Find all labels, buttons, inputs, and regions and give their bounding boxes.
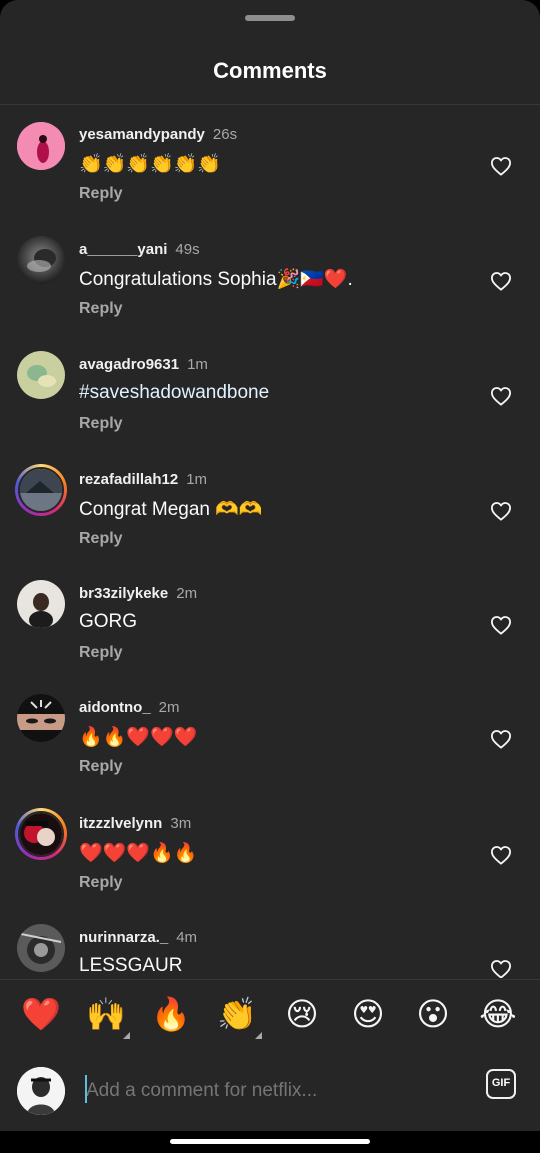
- skin-tone-indicator-icon: [123, 1032, 130, 1039]
- avatar[interactable]: [17, 122, 65, 170]
- comment-item: nurinnarza._ 4m LESSGAUR: [0, 908, 540, 978]
- comment-item: aidontno_ 2m 🔥🔥❤️❤️❤️ Reply: [0, 678, 540, 792]
- home-indicator[interactable]: [170, 1139, 370, 1144]
- heart-outline-icon[interactable]: [490, 845, 512, 865]
- quick-emoji-laughing[interactable]: 😂: [476, 996, 520, 1032]
- comment-username[interactable]: a______yani: [79, 241, 167, 258]
- comment-text: 👏👏👏👏👏👏: [79, 154, 221, 175]
- comment-username[interactable]: nurinnarza._: [79, 929, 168, 946]
- comment-timestamp: 2m: [158, 699, 180, 716]
- comment-item: yesamandypandy 26s 👏👏👏👏👏👏 Reply: [0, 105, 540, 219]
- heart-outline-icon[interactable]: [490, 729, 512, 749]
- skin-tone-indicator-icon: [255, 1032, 262, 1039]
- comments-sheet: Comments yesamandypandy 26s 👏👏👏👏👏👏 Reply: [0, 0, 540, 1153]
- avatar-story-ring[interactable]: [15, 464, 67, 516]
- heart-outline-icon[interactable]: [490, 386, 512, 406]
- comment-text: ❤️❤️❤️🔥🔥: [79, 843, 198, 864]
- avatar[interactable]: [17, 924, 65, 972]
- comment-composer: GIF: [0, 1048, 540, 1131]
- comment-username[interactable]: br33zilykeke: [79, 585, 168, 602]
- heart-outline-icon[interactable]: [490, 501, 512, 521]
- reply-button[interactable]: Reply: [79, 644, 123, 662]
- comment-text: LESSGAUR: [79, 955, 183, 976]
- reply-button[interactable]: Reply: [79, 300, 123, 318]
- avatar[interactable]: [17, 236, 65, 284]
- avatar[interactable]: [17, 351, 65, 399]
- avatar-story-ring[interactable]: [15, 808, 67, 860]
- heart-outline-icon[interactable]: [490, 156, 512, 176]
- comment-timestamp: 1m: [187, 356, 208, 373]
- reply-button[interactable]: Reply: [79, 530, 123, 548]
- my-avatar[interactable]: [17, 1067, 65, 1115]
- reply-button[interactable]: Reply: [79, 415, 123, 433]
- comment-username[interactable]: yesamandypandy: [79, 126, 205, 143]
- comment-item: avagadro9631 1m #saveshadowandbone Reply: [0, 335, 540, 449]
- comment-item: a______yani 49s Congratulations Sophia🎉🇵🇭…: [0, 220, 540, 334]
- heart-outline-icon[interactable]: [490, 271, 512, 291]
- quick-emoji-clap[interactable]: 👏: [215, 996, 259, 1032]
- system-nav-bar: [0, 1131, 540, 1153]
- quick-emoji-heart-eyes[interactable]: 😍: [346, 996, 390, 1032]
- quick-emoji-heart[interactable]: ❤️: [19, 996, 63, 1032]
- comment-item: rezafadillah12 1m Congrat Megan 🫶🫶 Reply: [0, 449, 540, 563]
- quick-emoji-surprised[interactable]: 😮: [411, 996, 455, 1032]
- comment-text: 🔥🔥❤️❤️❤️: [79, 727, 198, 748]
- drag-handle[interactable]: [245, 15, 295, 21]
- reply-button[interactable]: Reply: [79, 758, 123, 776]
- comment-username[interactable]: aidontno_: [79, 699, 151, 716]
- comment-item: br33zilykeke 2m GORG Reply: [0, 564, 540, 678]
- page-title: Comments: [213, 58, 327, 83]
- comment-timestamp: 2m: [176, 585, 198, 602]
- quick-emoji-raised-hands[interactable]: 🙌: [84, 996, 128, 1032]
- comment-text: Congratulations Sophia🎉🇵🇭❤️.: [79, 269, 353, 290]
- reply-button[interactable]: Reply: [79, 185, 123, 203]
- comment-username[interactable]: itzzzlvelynn: [79, 815, 162, 832]
- heart-outline-icon[interactable]: [490, 959, 512, 978]
- avatar[interactable]: [17, 694, 65, 742]
- avatar[interactable]: [17, 580, 65, 628]
- heart-outline-icon[interactable]: [490, 615, 512, 635]
- comment-text[interactable]: #saveshadowandbone: [79, 382, 269, 404]
- comment-list[interactable]: yesamandypandy 26s 👏👏👏👏👏👏 Reply a______ya…: [0, 105, 540, 978]
- comment-timestamp: 26s: [212, 126, 238, 143]
- comment-timestamp: 49s: [175, 241, 200, 258]
- comment-username[interactable]: rezafadillah12: [79, 471, 178, 488]
- quick-emoji-bar: ❤️ 🙌 🔥 👏 😢 😍 😮 😂: [0, 979, 540, 1049]
- comment-username[interactable]: avagadro9631: [79, 356, 179, 373]
- reply-button[interactable]: Reply: [79, 874, 123, 892]
- comment-timestamp: 3m: [170, 815, 192, 832]
- gif-icon[interactable]: GIF: [486, 1069, 516, 1099]
- comment-text: Congrat Megan 🫶🫶: [79, 499, 263, 520]
- comment-input[interactable]: [84, 1074, 468, 1108]
- quick-emoji-crying[interactable]: 😢: [280, 996, 324, 1032]
- text-caret: [85, 1075, 87, 1103]
- quick-emoji-fire[interactable]: 🔥: [149, 996, 193, 1032]
- comment-text: GORG: [79, 611, 138, 632]
- comment-item: itzzzlvelynn 3m ❤️❤️❤️🔥🔥 Reply: [0, 793, 540, 907]
- comment-timestamp: 4m: [176, 929, 198, 946]
- comment-timestamp: 1m: [186, 471, 208, 488]
